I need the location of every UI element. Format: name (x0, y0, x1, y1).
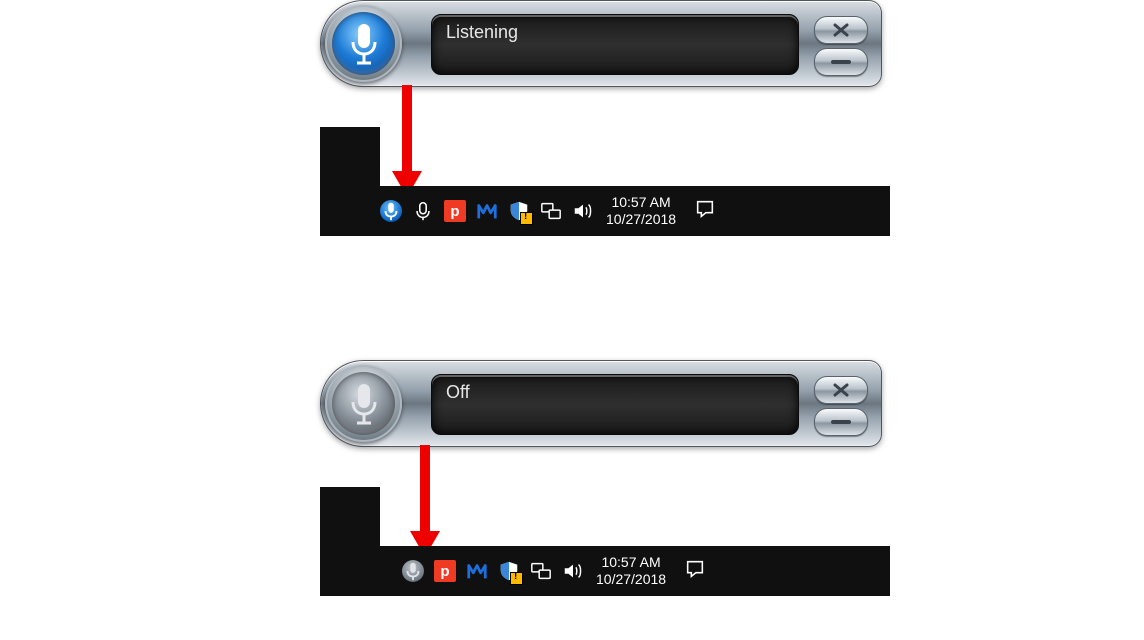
action-center-icon[interactable] (694, 198, 716, 225)
tray-speech-mic-icon[interactable] (380, 200, 402, 222)
notification-icon (694, 198, 716, 220)
microphone-button[interactable] (325, 365, 402, 442)
clock-date: 10/27/2018 (606, 211, 676, 228)
taskbar: p 10:57 AM 10/27/2018 (320, 186, 890, 236)
close-button[interactable] (814, 16, 868, 44)
watermark-line-1: Windows 10 Pro for Workstations Insider … (530, 490, 880, 512)
watermark-line-2: Evaluation copy. Build 18267.rs_prerelea… (474, 154, 880, 176)
minimize-button[interactable] (814, 48, 868, 76)
close-icon (815, 17, 867, 43)
tray-windows-security-icon[interactable] (508, 200, 530, 222)
microphone-icon (380, 200, 402, 222)
close-icon (815, 377, 867, 403)
network-icon (540, 200, 562, 222)
clock-time: 10:57 AM (596, 554, 666, 571)
tray-p-app-icon[interactable]: p (434, 560, 456, 582)
microphone-icon (402, 560, 424, 582)
close-button[interactable] (814, 376, 868, 404)
clock-time: 10:57 AM (606, 194, 676, 211)
speech-recognition-bar[interactable]: Off (320, 360, 882, 447)
speech-recognition-bar[interactable]: Listening (320, 0, 882, 87)
tray-speech-mic-icon[interactable] (402, 560, 424, 582)
m-logo-icon (466, 560, 488, 582)
minimize-icon (815, 409, 867, 435)
microphone-button[interactable] (325, 5, 402, 82)
network-icon (530, 560, 552, 582)
tray-volume-icon[interactable] (572, 200, 594, 222)
tray-volume-icon[interactable] (562, 560, 584, 582)
minimize-icon (815, 49, 867, 75)
warning-badge-icon (510, 572, 523, 585)
speech-recognition-off-example: Off Windows 10 Pro for Workstations Insi… (320, 350, 890, 605)
action-center-icon[interactable] (684, 558, 706, 585)
microphone-outline-icon (412, 200, 434, 222)
status-text: Off (446, 382, 470, 403)
tray-network-icon[interactable] (530, 560, 552, 582)
system-tray: p (380, 200, 594, 222)
tray-network-icon[interactable] (540, 200, 562, 222)
taskbar-clock[interactable]: 10:57 AM 10/27/2018 (606, 194, 676, 228)
minimize-button[interactable] (814, 408, 868, 436)
m-logo-icon (476, 200, 498, 222)
tray-malwarebytes-icon[interactable] (476, 200, 498, 222)
warning-badge-icon (520, 212, 533, 225)
tray-malwarebytes-icon[interactable] (466, 560, 488, 582)
taskbar-clock[interactable]: 10:57 AM 10/27/2018 (596, 554, 666, 588)
status-display: Off (431, 374, 799, 435)
status-text: Listening (446, 22, 518, 43)
tray-windows-security-icon[interactable] (498, 560, 520, 582)
system-tray: p (402, 560, 584, 582)
clock-date: 10/27/2018 (596, 571, 666, 588)
watermark-line-1: Windows 10 Pro for Workstations Insider … (530, 130, 880, 152)
notification-icon (684, 558, 706, 580)
status-display: Listening (431, 14, 799, 75)
microphone-icon (347, 22, 381, 66)
watermark-line-2: Evaluation copy. Build 18267.rs_prerelea… (474, 514, 880, 536)
taskbar: p 10:57 AM 10/27/2018 (320, 546, 890, 596)
speaker-icon (562, 560, 584, 582)
speaker-icon (572, 200, 594, 222)
microphone-icon (347, 382, 381, 426)
speech-recognition-listening-example: Listening Windows 10 Pro for Workstation… (320, 0, 890, 245)
tray-mic-access-icon[interactable] (412, 200, 434, 222)
tray-p-app-icon[interactable]: p (444, 200, 466, 222)
